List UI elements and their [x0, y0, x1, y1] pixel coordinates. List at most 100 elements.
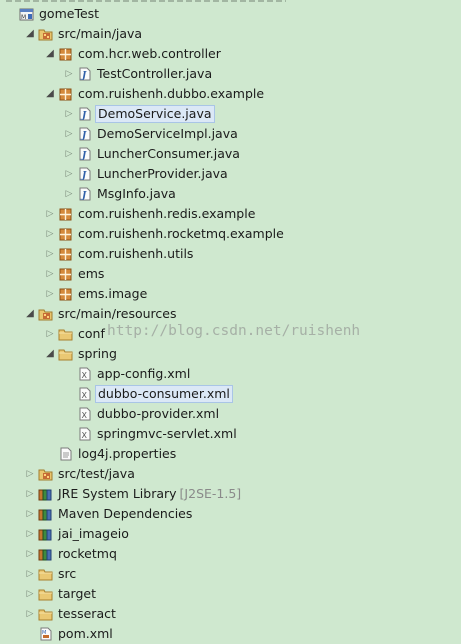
source-folder-main-java[interactable]: ◢ src/main/java [0, 24, 461, 44]
expand-arrow-icon[interactable]: ▷ [63, 124, 75, 144]
expand-arrow-icon[interactable]: ▷ [24, 564, 36, 584]
tree-item-text: gomeTest [39, 6, 100, 21]
tree-item-label: src/test/java [56, 464, 137, 484]
tree-item-label: src [56, 564, 78, 584]
package-ems-image[interactable]: ▷ ems.image [0, 284, 461, 304]
tree-item-label: dubbo-consumer.xml [95, 385, 233, 403]
expand-arrow-icon[interactable]: ▷ [44, 204, 56, 224]
tree-item-text: MsgInfo.java [97, 186, 176, 201]
tree-item-text: src [58, 566, 77, 581]
package-icon [58, 267, 73, 281]
file-msginfo-java[interactable]: ▷ J MsgInfo.java [0, 184, 461, 204]
file-dubbo-provider-xml[interactable]: Xdubbo-provider.xml [0, 404, 461, 424]
expand-arrow-icon[interactable]: ▷ [44, 244, 56, 264]
source-folder-icon [38, 307, 53, 321]
tree-item-label: target [56, 584, 98, 604]
folder-target[interactable]: ▷ target [0, 584, 461, 604]
tree-item-label: TestController.java [95, 64, 214, 84]
file-demoserviceimpl-java[interactable]: ▷ J DemoServiceImpl.java [0, 124, 461, 144]
package-com-hcr-web-controller[interactable]: ◢ com.hcr.web.controller [0, 44, 461, 64]
folder-tesseract[interactable]: ▷ tesseract [0, 604, 461, 624]
library-maven-dependencies[interactable]: ▷ Maven Dependencies [0, 504, 461, 524]
expand-arrow-icon[interactable]: ▷ [44, 284, 56, 304]
source-folder-main-resources[interactable]: ◢ src/main/resources [0, 304, 461, 324]
package-icon [58, 207, 73, 221]
tree-item-text: rocketmq [58, 546, 117, 561]
expand-arrow-icon[interactable]: ▷ [24, 504, 36, 524]
package-utils[interactable]: ▷ com.ruishenh.utils [0, 244, 461, 264]
file-luncherconsumer-java[interactable]: ▷ J LuncherConsumer.java [0, 144, 461, 164]
svg-text:X: X [82, 391, 88, 400]
expand-arrow-icon[interactable]: ▷ [44, 324, 56, 344]
collapse-arrow-icon[interactable]: ◢ [24, 304, 36, 324]
tree-item-text: jai_imageio [58, 526, 129, 541]
xml-file-icon: X [77, 407, 92, 421]
expand-arrow-icon[interactable]: ▷ [63, 164, 75, 184]
tree-item-text: dubbo-consumer.xml [98, 386, 230, 401]
expand-arrow-icon[interactable]: ▷ [44, 224, 56, 244]
expand-arrow-icon[interactable]: ▷ [24, 464, 36, 484]
tree-item-label: com.ruishenh.utils [76, 244, 195, 264]
svg-text:J: J [80, 151, 87, 161]
library-jai-imageio[interactable]: ▷ jai_imageio [0, 524, 461, 544]
folder-conf[interactable]: ▷ conf [0, 324, 461, 344]
expand-arrow-icon[interactable]: ▷ [24, 484, 36, 504]
tree-item-text: DemoService.java [98, 106, 212, 121]
project-gometest[interactable]: MgomeTest [0, 4, 461, 24]
tree-item-text: tesseract [58, 606, 116, 621]
file-luncherprovider-java[interactable]: ▷ J LuncherProvider.java [0, 164, 461, 184]
tree-item-label: com.hcr.web.controller [76, 44, 223, 64]
tree-item-label: tesseract [56, 604, 118, 624]
tree-item-text: spring [78, 346, 117, 361]
tree-item-text: pom.xml [58, 626, 113, 641]
package-redis-example[interactable]: ▷ com.ruishenh.redis.example [0, 204, 461, 224]
file-app-config-xml[interactable]: Xapp-config.xml [0, 364, 461, 384]
expand-arrow-icon[interactable]: ▷ [24, 584, 36, 604]
folder-icon [38, 607, 53, 621]
collapse-arrow-icon[interactable]: ◢ [24, 24, 36, 44]
tree-item-label: jai_imageio [56, 524, 131, 544]
svg-text:J: J [80, 131, 87, 141]
file-demoservice-java[interactable]: ▷ J DemoService.java [0, 104, 461, 124]
tree-item-label: ems.image [76, 284, 149, 304]
source-folder-test-java[interactable]: ▷ src/test/java [0, 464, 461, 484]
tree-item-text: com.hcr.web.controller [78, 46, 221, 61]
library-rocketmq[interactable]: ▷ rocketmq [0, 544, 461, 564]
svg-text:J: J [80, 111, 87, 121]
tree-item-text: dubbo-provider.xml [97, 406, 220, 421]
collapse-arrow-icon[interactable]: ◢ [44, 44, 56, 64]
folder-src[interactable]: ▷ src [0, 564, 461, 584]
expand-arrow-icon[interactable]: ▷ [63, 104, 75, 124]
expand-arrow-icon[interactable]: ▷ [44, 264, 56, 284]
java-file-icon: J [77, 187, 92, 201]
expand-arrow-icon[interactable]: ▷ [63, 144, 75, 164]
xml-file-icon: X [77, 387, 92, 401]
library-jre-system[interactable]: ▷ JRE System Library [J2SE-1.5] [0, 484, 461, 504]
svg-text:M: M [21, 14, 26, 21]
collapse-arrow-icon[interactable]: ◢ [44, 344, 56, 364]
package-rocketmq-example[interactable]: ▷ com.ruishenh.rocketmq.example [0, 224, 461, 244]
package-ems[interactable]: ▷ ems [0, 264, 461, 284]
file-log4j-properties[interactable]: log4j.properties [0, 444, 461, 464]
tree-item-label: com.ruishenh.dubbo.example [76, 84, 266, 104]
tree-item-label: rocketmq [56, 544, 119, 564]
file-dubbo-consumer-xml[interactable]: Xdubbo-consumer.xml [0, 384, 461, 404]
expand-arrow-icon[interactable]: ▷ [24, 544, 36, 564]
library-icon [38, 507, 53, 521]
file-pom-xml[interactable]: Mpom.xml [0, 624, 461, 644]
project-explorer-tree[interactable]: MgomeTest ◢ src/main/java ◢ com.hcr.web.cont… [0, 0, 461, 644]
expand-arrow-icon[interactable]: ▷ [24, 604, 36, 624]
file-testcontroller-java[interactable]: ▷ J TestController.java [0, 64, 461, 84]
folder-spring[interactable]: ◢ spring [0, 344, 461, 364]
expand-arrow-icon[interactable]: ▷ [63, 64, 75, 84]
expand-arrow-icon[interactable]: ▷ [63, 184, 75, 204]
svg-text:X: X [82, 411, 88, 420]
package-icon [58, 87, 73, 101]
collapse-arrow-icon[interactable]: ◢ [44, 84, 56, 104]
tree-item-text: src/test/java [58, 466, 135, 481]
tree-item-text: springmvc-servlet.xml [97, 426, 237, 441]
package-dubbo-example[interactable]: ◢ com.ruishenh.dubbo.example [0, 84, 461, 104]
file-springmvc-servlet-xml[interactable]: Xspringmvc-servlet.xml [0, 424, 461, 444]
expand-arrow-icon[interactable]: ▷ [24, 524, 36, 544]
tree-item-text: Maven Dependencies [58, 506, 193, 521]
